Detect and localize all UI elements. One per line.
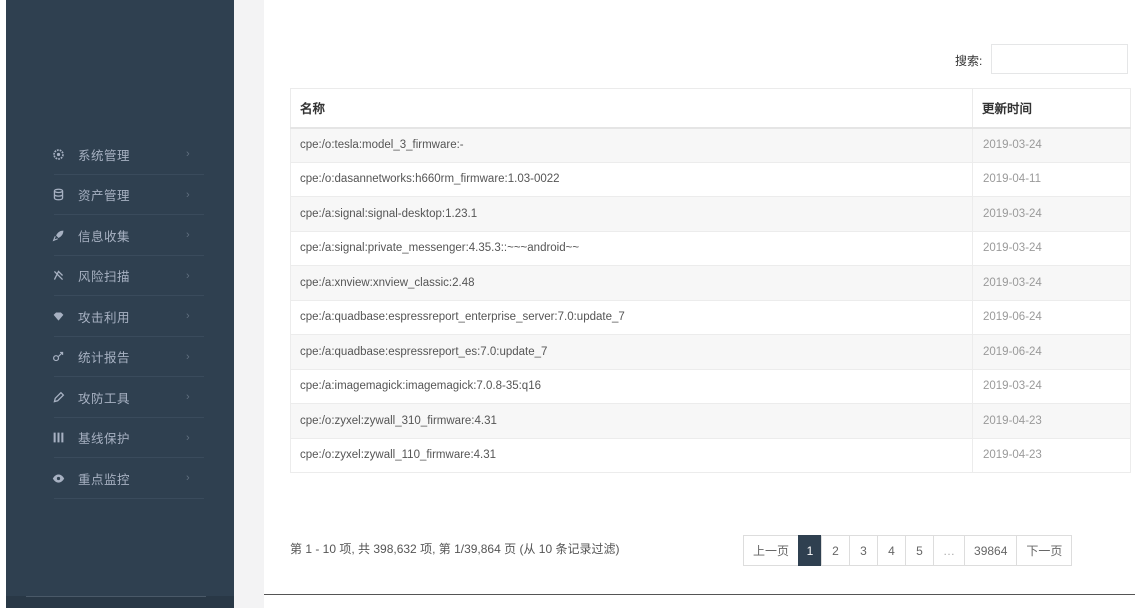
chevron-right-icon: › [186, 269, 190, 282]
table-row[interactable]: cpe:/a:xnview:xnview_classic:2.48 2019-03… [290, 265, 1131, 301]
diamond-icon [50, 308, 66, 324]
cell-updated: 2019-06-24 [972, 299, 1131, 335]
cell-name: cpe:/o:dasannetworks:h660rm_firmware:1.0… [290, 161, 973, 197]
page-button[interactable]: 5 [905, 535, 935, 566]
sidebar-item-label: 信息收集 [78, 229, 131, 244]
cell-updated: 2019-04-23 [972, 403, 1131, 439]
sidebar-item-label: 攻防工具 [78, 391, 131, 406]
page-button[interactable]: 3 [849, 535, 879, 566]
cell-updated: 2019-04-11 [972, 161, 1131, 197]
search-input[interactable] [991, 44, 1128, 74]
cell-name: cpe:/o:zyxel:zywall_110_firmware:4.31 [290, 437, 973, 473]
cell-name: cpe:/a:imagemagick:imagemagick:7.0.8-35:… [290, 368, 973, 404]
chevron-right-icon: › [186, 431, 190, 444]
content-gutter [234, 0, 264, 608]
cell-updated: 2019-03-24 [972, 196, 1131, 232]
sidebar-item[interactable]: 攻击利用 › [6, 296, 234, 337]
chevron-right-icon: › [186, 472, 190, 485]
prev-page-button[interactable]: 上一页 [743, 535, 800, 566]
sidebar: 系统管理 › 资产管理 › 信息收集 › 风险扫描 › 攻击利用 › 统计报告 › 攻防工具 › 基线保护 ›… [6, 0, 234, 608]
sidebar-item[interactable]: 风险扫描 › [6, 256, 234, 296]
sidebar-footer [6, 596, 234, 608]
cell-updated: 2019-03-24 [972, 265, 1131, 301]
cell-name: cpe:/a:quadbase:espressreport_enterprise… [290, 299, 973, 335]
report-icon [50, 349, 66, 365]
cell-name: cpe:/a:signal:private_messenger:4.35.3::… [290, 230, 973, 266]
table-row[interactable]: cpe:/a:signal:signal-desktop:1.23.1 2019-… [290, 196, 1131, 232]
columns-icon [50, 430, 66, 446]
cell-name: cpe:/a:quadbase:espressreport_es:7.0:upd… [290, 334, 973, 370]
chevron-right-icon: › [186, 391, 190, 404]
pagination-ellipsis: … [933, 535, 966, 566]
rocket-icon [50, 227, 66, 243]
sidebar-item[interactable]: 攻防工具 › [6, 377, 234, 418]
cell-updated: 2019-03-24 [972, 127, 1131, 163]
cell-name: cpe:/o:tesla:model_3_firmware:- [290, 127, 973, 163]
divider [264, 594, 1135, 595]
cell-name: cpe:/a:signal:signal-desktop:1.23.1 [290, 196, 973, 232]
sidebar-item[interactable]: 重点监控 › [6, 458, 234, 499]
sidebar-item-label: 基线保护 [78, 432, 131, 447]
search-label: 搜索: [955, 54, 983, 68]
page-button[interactable]: 2 [821, 535, 851, 566]
column-header-name[interactable]: 名称 [290, 88, 973, 129]
sidebar-item[interactable]: 统计报告 › [6, 337, 234, 377]
sidebar-item-label: 资产管理 [78, 189, 131, 204]
gear-icon [50, 146, 66, 162]
cell-updated: 2019-06-24 [972, 334, 1131, 370]
table-row[interactable]: cpe:/o:zyxel:zywall_310_firmware:4.31 201… [290, 403, 1131, 439]
last-page-button[interactable]: 39864 [964, 535, 1018, 566]
sidebar-item-label: 攻击利用 [78, 310, 131, 325]
pagination: 上一页 1 2 3 4 5… 39864 下一页 [743, 535, 1073, 566]
eye-icon [50, 470, 66, 486]
chevron-right-icon: › [186, 148, 190, 161]
table-info: 第 1 - 10 项, 共 398,632 项, 第 1/39,864 页 (从… [290, 542, 620, 556]
column-header-updated[interactable]: 更新时间 [972, 88, 1131, 129]
divider [26, 596, 206, 597]
table-row[interactable]: cpe:/a:signal:private_messenger:4.35.3::… [290, 230, 1131, 266]
table-row[interactable]: cpe:/o:dasannetworks:h660rm_firmware:1.0… [290, 161, 1131, 197]
chevron-right-icon: › [186, 188, 190, 201]
pencil-icon [50, 389, 66, 405]
data-table: 名称 更新时间 cpe:/o:tesla:model_3_firmware:- 2… [290, 88, 1131, 473]
chevron-right-icon: › [186, 350, 190, 363]
table-row[interactable]: cpe:/a:quadbase:espressreport_enterprise… [290, 299, 1131, 335]
sidebar-menu: 系统管理 › 资产管理 › 信息收集 › 风险扫描 › 攻击利用 › 统计报告 › 攻防工具 › 基线保护 ›… [6, 134, 234, 499]
sidebar-item-label: 重点监控 [78, 472, 131, 487]
table-row[interactable]: cpe:/o:tesla:model_3_firmware:- 2019-03-2… [290, 127, 1131, 163]
chevron-right-icon: › [186, 310, 190, 323]
sidebar-item[interactable]: 信息收集 › [6, 215, 234, 256]
sidebar-item[interactable]: 基线保护 › [6, 418, 234, 458]
sidebar-item-label: 风险扫描 [78, 270, 131, 285]
table-row[interactable]: cpe:/a:imagemagick:imagemagick:7.0.8-35:… [290, 368, 1131, 404]
next-page-button[interactable]: 下一页 [1016, 535, 1073, 566]
sidebar-item-label: 统计报告 [78, 351, 131, 366]
cell-name: cpe:/a:xnview:xnview_classic:2.48 [290, 265, 973, 301]
page-button[interactable]: 4 [877, 535, 907, 566]
sidebar-item[interactable]: 资产管理 › [6, 175, 234, 215]
divider [54, 497, 204, 499]
page-button[interactable]: 1 [798, 535, 823, 566]
cell-updated: 2019-04-23 [972, 437, 1131, 473]
sidebar-item[interactable]: 系统管理 › [6, 134, 234, 175]
database-icon [50, 187, 66, 203]
chevron-right-icon: › [186, 229, 190, 242]
table-header-row: 名称 更新时间 [290, 88, 1131, 129]
cell-updated: 2019-03-24 [972, 368, 1131, 404]
table-row[interactable]: cpe:/a:quadbase:espressreport_es:7.0:upd… [290, 334, 1131, 370]
table-row[interactable]: cpe:/o:zyxel:zywall_110_firmware:4.31 201… [290, 437, 1131, 473]
cell-updated: 2019-03-24 [972, 230, 1131, 266]
scan-icon [50, 268, 66, 284]
sidebar-item-label: 系统管理 [78, 148, 131, 163]
cell-name: cpe:/o:zyxel:zywall_310_firmware:4.31 [290, 403, 973, 439]
